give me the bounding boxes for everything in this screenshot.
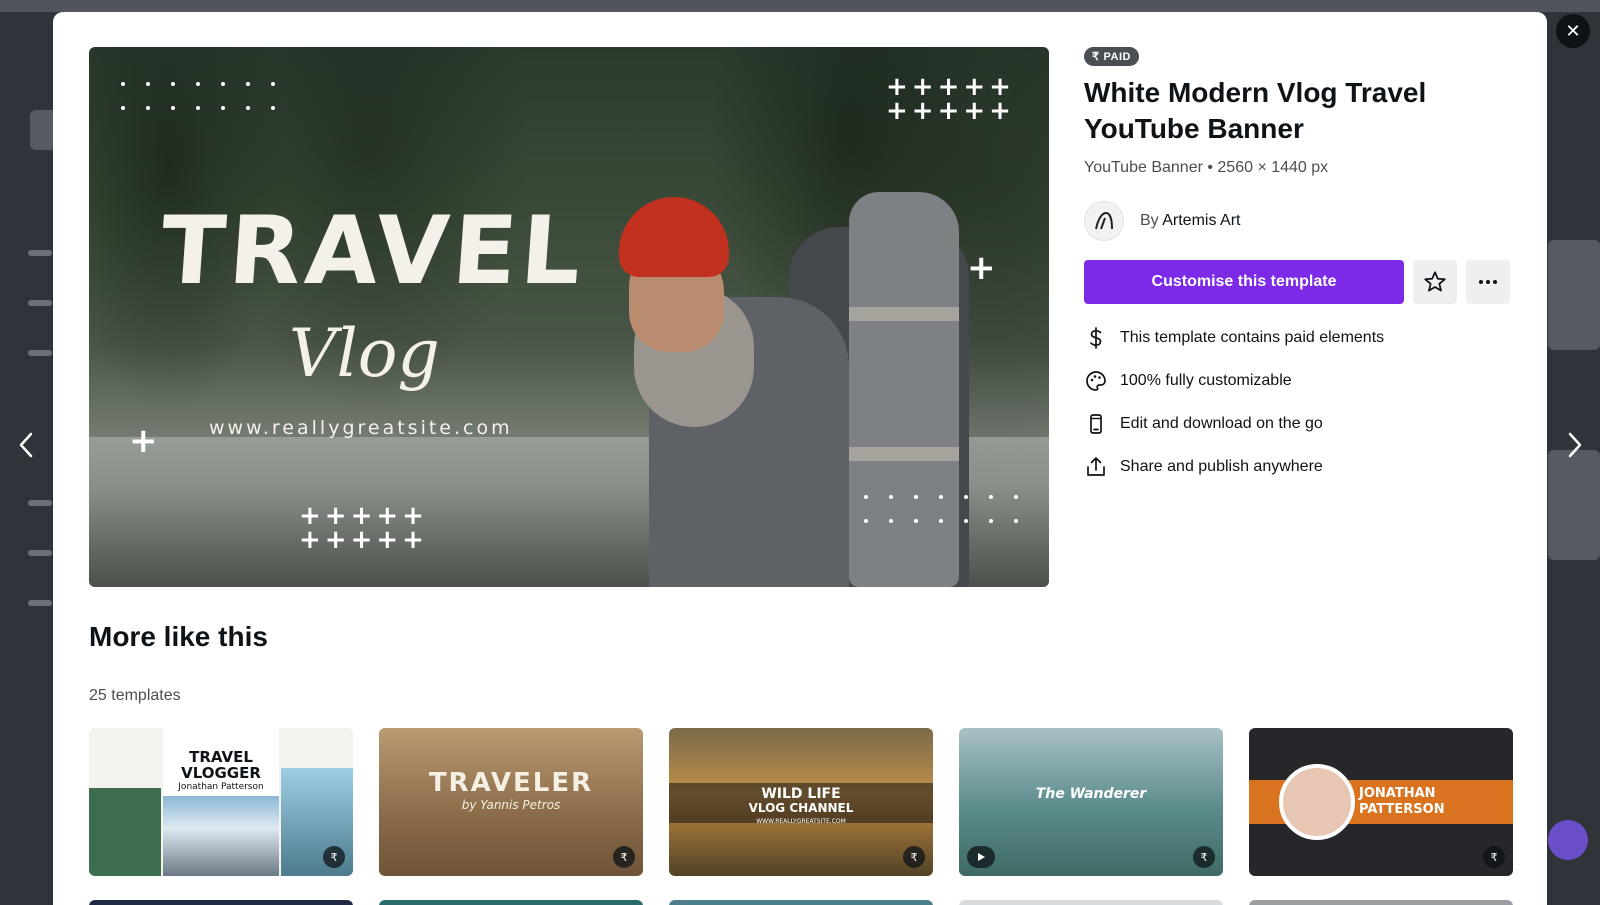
related-template-card-partial[interactable] <box>89 900 353 905</box>
more-icon <box>1479 280 1497 284</box>
author-logo-icon <box>1095 211 1113 230</box>
feature-item: 100% fully customizable <box>1084 359 1514 402</box>
customise-template-button[interactable]: Customise this template <box>1084 260 1404 304</box>
background-nav-item <box>28 300 52 306</box>
feature-list: This template contains paid elements 100… <box>1084 316 1514 488</box>
background-card <box>1548 240 1600 350</box>
feature-item: Share and publish anywhere <box>1084 445 1514 488</box>
play-icon <box>978 853 985 861</box>
preview-dot-grid <box>121 82 275 110</box>
rupee-icon: ₹ <box>1092 51 1100 63</box>
chevron-right-icon <box>1568 432 1582 458</box>
related-template-card[interactable]: TRAVELER by Yannis Petros ₹ <box>379 728 643 876</box>
chevron-left-icon <box>19 432 33 458</box>
related-templates-row: TRAVEL VLOGGER Jonathan Patterson ₹ TRAV… <box>89 728 1513 876</box>
next-template-arrow[interactable] <box>1562 425 1588 465</box>
phone-icon <box>1090 413 1102 434</box>
related-template-card-partial[interactable] <box>959 900 1223 905</box>
background-card <box>1548 450 1600 560</box>
background-nav-item <box>28 250 52 256</box>
background-nav-item <box>28 550 52 556</box>
feature-item: Edit and download on the go <box>1084 402 1514 445</box>
author-avatar[interactable] <box>1084 201 1124 241</box>
author-name[interactable]: By Artemis Art <box>1140 212 1240 230</box>
template-info-panel: ₹ PAID White Modern Vlog Travel YouTube … <box>1084 47 1514 488</box>
related-template-card[interactable]: The Wanderer ₹ <box>959 728 1223 876</box>
template-preview: +++++ +++++ +++++ +++++ + + TRAVEL Vlog … <box>89 47 1049 587</box>
video-play-badge <box>967 846 995 868</box>
paid-rupee-badge: ₹ <box>613 846 635 868</box>
background-nav-item <box>28 350 52 356</box>
dollar-icon <box>1090 326 1102 349</box>
preview-strap <box>849 447 959 461</box>
thumb-profile-photo <box>1279 764 1355 840</box>
related-template-card[interactable]: WILD LIFE VLOG CHANNEL WWW.REALLYGREATSI… <box>669 728 933 876</box>
preview-plus-sign: + <box>967 248 996 288</box>
paid-rupee-badge: ₹ <box>323 846 345 868</box>
template-title: White Modern Vlog Travel YouTube Banner <box>1084 77 1427 144</box>
related-template-card-partial[interactable] <box>1249 900 1513 905</box>
author-row[interactable]: By Artemis Art <box>1084 201 1514 241</box>
close-icon: ✕ <box>1565 20 1581 41</box>
thumb-photo-mountain <box>163 796 279 876</box>
preview-subline: Vlog <box>289 315 440 392</box>
background-nav-item <box>28 600 52 606</box>
preview-headline: TRAVEL <box>157 197 589 306</box>
preview-sleeping-mat <box>849 192 959 587</box>
related-template-card-partial[interactable] <box>669 900 933 905</box>
preview-strap <box>849 307 959 321</box>
preview-plus-grid: +++++ +++++ <box>299 501 428 555</box>
template-modal: +++++ +++++ +++++ +++++ + + TRAVEL Vlog … <box>53 12 1547 905</box>
preview-dot-grid <box>864 495 1018 523</box>
previous-template-arrow[interactable] <box>13 425 39 465</box>
background-nav-item <box>28 500 52 506</box>
paid-rupee-badge: ₹ <box>903 846 925 868</box>
related-template-card[interactable]: TRAVEL VLOGGER Jonathan Patterson ₹ <box>89 728 353 876</box>
paid-rupee-badge: ₹ <box>1483 846 1505 868</box>
preview-site-url: www.reallygreatsite.com <box>209 417 513 439</box>
preview-plus-grid: +++++ +++++ <box>886 72 1015 126</box>
star-icon <box>1424 271 1446 292</box>
preview-plus-sign: + <box>129 421 158 461</box>
background-help-button <box>1548 820 1588 860</box>
palette-icon <box>1086 370 1106 391</box>
related-templates-row-2 <box>89 900 1513 905</box>
template-actions: Customise this template <box>1084 260 1514 304</box>
more-options-button[interactable] <box>1466 260 1510 304</box>
close-button[interactable]: ✕ <box>1556 14 1590 48</box>
paid-badge: ₹ PAID <box>1084 47 1139 66</box>
template-count: 25 templates <box>89 687 181 704</box>
related-template-card[interactable]: JONATHAN PATTERSON ₹ <box>1249 728 1513 876</box>
feature-item: This template contains paid elements <box>1084 316 1514 359</box>
favorite-button[interactable] <box>1413 260 1457 304</box>
thumb-photo-left <box>89 788 161 876</box>
share-icon <box>1087 456 1105 476</box>
related-template-card-partial[interactable] <box>379 900 643 905</box>
paid-rupee-badge: ₹ <box>1193 846 1215 868</box>
background-topbar <box>0 0 1600 12</box>
more-like-this-heading: More like this <box>89 621 268 652</box>
template-meta: YouTube Banner • 2560 × 1440 px <box>1084 159 1329 176</box>
